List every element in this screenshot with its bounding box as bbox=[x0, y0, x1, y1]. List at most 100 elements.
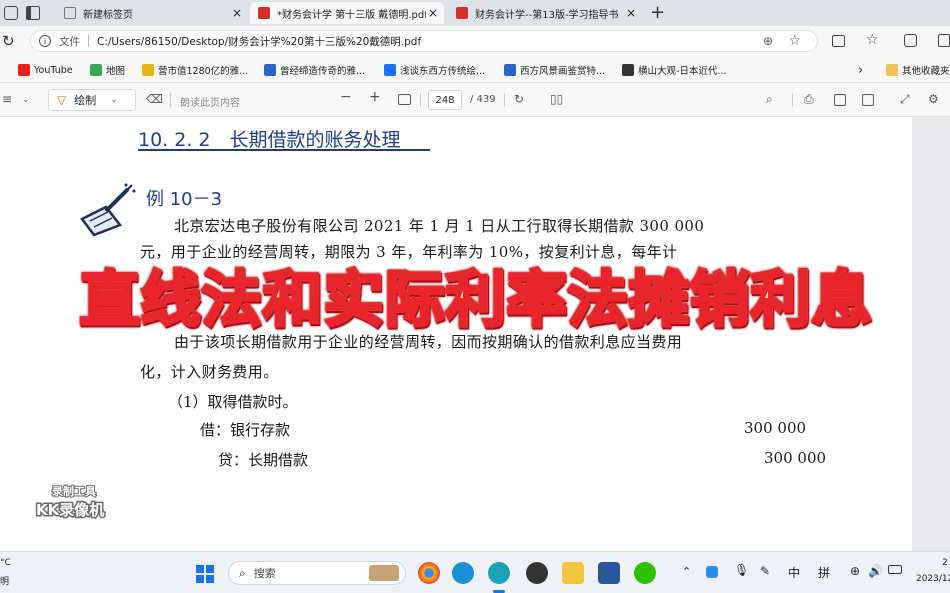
ime-chinese[interactable]: 中 bbox=[788, 564, 800, 581]
chevron-down-icon: ⌄ bbox=[110, 95, 118, 105]
tab-pdf-active[interactable]: *财务会计学 第十三版 戴德明.pdf × bbox=[250, 2, 444, 24]
address-prefix: 文件 bbox=[59, 35, 80, 48]
journal-debit-label: 借：银行存款 bbox=[200, 421, 291, 439]
wechat-icon[interactable] bbox=[634, 562, 656, 584]
new-tab-button[interactable]: + bbox=[650, 2, 665, 23]
bookmark-painting[interactable]: 浅谈东西方传统绘... bbox=[384, 62, 485, 78]
page-icon bbox=[64, 7, 76, 19]
bookmark-yokoyama[interactable]: 横山大观-日本近代... bbox=[622, 62, 727, 78]
paragraph-2-line-2: 化，计入财务费用。 bbox=[140, 363, 279, 381]
paragraph-1-line-1: 北京宏达电子股份有限公司 2021 年 1 月 1 日从工行取得长期借款 300… bbox=[174, 217, 705, 235]
bookmark-label: 浅谈东西方传统绘... bbox=[400, 66, 486, 77]
read-aloud-label: 朗读此页内容 bbox=[180, 98, 240, 109]
edge-active-icon[interactable] bbox=[488, 562, 510, 584]
rotate-icon[interactable]: ↻ bbox=[514, 92, 524, 106]
overlay-title-text: 直线法和实际利率法摊销利息 bbox=[78, 251, 873, 338]
bookmark-label: 横山大观-日本近代... bbox=[638, 66, 727, 77]
draw-label: 绘制 bbox=[74, 94, 97, 107]
bookmark-yahoo-2[interactable]: 曾经缔造传奇的雅... bbox=[264, 62, 365, 78]
taskbar-search-label: 搜索 bbox=[253, 567, 276, 580]
bookmark-maps[interactable]: 地图 bbox=[90, 62, 125, 78]
favorites-icon[interactable]: ☆ bbox=[866, 32, 879, 48]
extensions-icon[interactable] bbox=[938, 34, 950, 47]
save-icon[interactable] bbox=[834, 94, 846, 106]
settings-gear-icon[interactable]: ⚙ bbox=[928, 92, 939, 106]
address-url[interactable]: C:/Users/86150/Desktop/财务会计学%20第十三版%20戴德… bbox=[97, 34, 421, 49]
ime-pinyin[interactable]: 拼 bbox=[818, 564, 830, 581]
map-icon bbox=[90, 64, 102, 76]
bookmark-site-icon bbox=[622, 64, 634, 76]
close-icon[interactable]: × bbox=[624, 6, 638, 20]
battery-icon[interactable] bbox=[888, 565, 902, 574]
clock-date[interactable]: 2023/12 bbox=[916, 574, 950, 584]
section-heading: 10. 2. 2 长期借款的账务处理 bbox=[138, 129, 401, 151]
bookmark-landscape[interactable]: 西方风景画鉴赏特... bbox=[504, 62, 605, 78]
recorder-watermark-line-1: 录制工具 bbox=[51, 484, 97, 499]
bookmark-youtube[interactable]: YouTube bbox=[18, 62, 73, 78]
volume-icon[interactable]: 🔊 bbox=[868, 564, 883, 578]
edge-icon[interactable] bbox=[452, 562, 474, 584]
bookmarks-bar: YouTube 地图 营市值1280亿的雅... 曾经缔造传奇的雅... 浅谈东… bbox=[0, 57, 950, 83]
tab-new-tab[interactable]: 新建标签页 × bbox=[56, 2, 248, 24]
journal-debit-amount: 300 000 bbox=[744, 419, 807, 437]
workspaces-icon[interactable] bbox=[4, 6, 18, 20]
microphone-icon[interactable]: 🎙 bbox=[734, 563, 749, 577]
journal-credit-label: 贷：长期借款 bbox=[218, 451, 309, 469]
bookmark-site-icon bbox=[264, 64, 276, 76]
address-bar[interactable]: i 文件 C:/Users/86150/Desktop/财务会计学%20第十三版… bbox=[30, 30, 818, 52]
total-pages: / 439 bbox=[470, 94, 496, 105]
zoom-icon[interactable]: ⊕ bbox=[763, 34, 773, 48]
fit-page-icon[interactable] bbox=[398, 94, 411, 105]
step-1-text: （1）取得借款时。 bbox=[168, 393, 298, 411]
search-highlight-image bbox=[369, 565, 399, 581]
toolbar-divider bbox=[792, 93, 793, 107]
taskbar: °C 明 ⌕ 搜索 ⌃ 🎙 ✎ 中 拼 ⊕ 🔊 2 2023/12 bbox=[0, 551, 950, 593]
bookmark-label: 其他收藏夹 bbox=[902, 66, 950, 77]
split-screen-icon[interactable] bbox=[832, 35, 845, 47]
writing-hand-icon bbox=[80, 183, 136, 237]
tray-app-icon[interactable] bbox=[706, 566, 718, 578]
network-icon[interactable]: ⊕ bbox=[850, 564, 860, 578]
toolbar-divider bbox=[420, 93, 421, 107]
clock-time[interactable]: 2 bbox=[942, 558, 948, 568]
bookmark-yahoo-1[interactable]: 营市值1280亿的雅... bbox=[142, 62, 248, 78]
chrome-icon[interactable] bbox=[418, 562, 440, 584]
tab-actions-icon[interactable] bbox=[26, 6, 40, 20]
info-icon[interactable]: i bbox=[39, 35, 51, 47]
taskbar-search-box[interactable]: ⌕ 搜索 bbox=[228, 561, 406, 585]
windows-start-icon[interactable] bbox=[196, 565, 214, 583]
draw-button[interactable]: ▽ 绘制 ⌄ bbox=[48, 89, 136, 111]
page-view-icon[interactable]: ▯▯ bbox=[550, 92, 563, 106]
close-icon[interactable]: × bbox=[426, 6, 440, 20]
print-icon[interactable]: ⎙ bbox=[804, 92, 814, 107]
word-icon[interactable] bbox=[598, 562, 620, 584]
weather-temp[interactable]: °C bbox=[0, 558, 11, 568]
bookmark-other-favorites[interactable]: 其他收藏夹 bbox=[886, 62, 950, 78]
pen-tray-icon[interactable]: ✎ bbox=[760, 564, 770, 578]
favorite-star-icon[interactable]: ☆ bbox=[788, 33, 801, 49]
toolbar-divider bbox=[504, 93, 505, 107]
zoom-out-button[interactable]: − bbox=[340, 89, 352, 105]
app-icon[interactable] bbox=[526, 562, 548, 584]
search-icon[interactable]: ⌕ bbox=[766, 92, 773, 107]
zoom-in-button[interactable]: + bbox=[369, 89, 381, 105]
collections-icon[interactable] bbox=[904, 34, 917, 47]
tab-study-guide[interactable]: 财务会计学--第13版-学习指导书 × bbox=[448, 2, 642, 24]
close-icon[interactable]: × bbox=[230, 6, 244, 20]
bookmark-label: 曾经缔造传奇的雅... bbox=[280, 66, 366, 77]
toolbar-chevron-icon[interactable]: ⌄ bbox=[22, 95, 30, 105]
refresh-icon[interactable]: ↻ bbox=[2, 32, 15, 50]
pdf-icon bbox=[456, 7, 468, 19]
page-number-input[interactable]: 248 bbox=[428, 90, 462, 110]
tab-label: 财务会计学--第13版-学习指导书 bbox=[475, 9, 619, 21]
fullscreen-icon[interactable]: ⤢ bbox=[900, 92, 910, 107]
eraser-icon[interactable]: ⌫ bbox=[146, 92, 163, 106]
journal-credit-amount: 300 000 bbox=[764, 449, 827, 467]
file-explorer-icon[interactable] bbox=[562, 562, 584, 584]
read-aloud-button[interactable]: 朗读此页内容 bbox=[180, 94, 240, 109]
contents-icon[interactable]: ≡ bbox=[2, 92, 12, 106]
tray-overflow-icon[interactable]: ⌃ bbox=[682, 565, 691, 578]
save-as-icon[interactable] bbox=[862, 94, 874, 106]
example-label: 例 10－3 bbox=[146, 189, 223, 210]
bookmarks-overflow-icon[interactable]: › bbox=[858, 62, 863, 78]
